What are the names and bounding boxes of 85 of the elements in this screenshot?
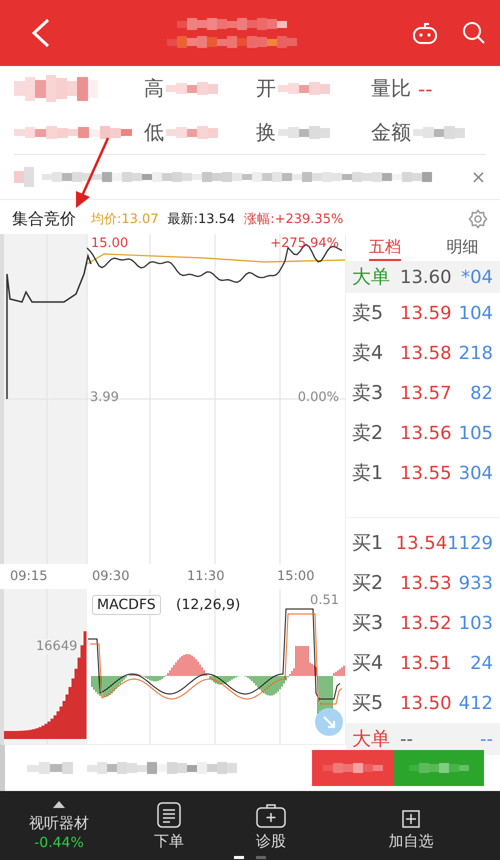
blurred-text <box>409 762 469 774</box>
nav-item[interactable]: 下单 <box>118 791 220 860</box>
auction-title: 集合竞价 <box>12 208 76 230</box>
indicator-selector[interactable]: MACDFS <box>92 595 161 615</box>
level-label: 卖2 <box>352 421 384 446</box>
level-label: 买5 <box>352 691 384 716</box>
level-label: 买4 <box>352 651 384 676</box>
add-icon <box>402 810 420 828</box>
level-volume: 104 <box>458 302 493 324</box>
close-button[interactable]: × <box>470 166 486 188</box>
blurred-text <box>166 126 218 140</box>
caret-icon <box>53 801 65 808</box>
big-order-volume: *04 <box>460 266 493 288</box>
field-label: 金额 <box>371 119 411 146</box>
big-order-price: -- <box>400 728 414 750</box>
big-order-label: 大单 <box>352 727 391 752</box>
blurred-text <box>323 762 383 774</box>
level-volume: 24 <box>469 652 493 674</box>
level-volume: 105 <box>458 422 493 444</box>
average-price: 均价:13.07 <box>91 211 159 228</box>
blurred-text <box>14 165 34 189</box>
level-volume: 1129 <box>447 532 493 554</box>
document-icon <box>157 802 181 828</box>
base-price: 3.99 <box>90 390 119 405</box>
time-label: 09:30 <box>92 569 130 584</box>
level-label: 买2 <box>352 571 384 596</box>
level-price: 13.52 <box>400 612 453 634</box>
order-book-tab[interactable]: 明细 <box>424 234 500 261</box>
collapse-icon[interactable] <box>314 707 344 737</box>
high-price: 15.00 <box>91 236 128 251</box>
level-price: 13.53 <box>400 572 453 594</box>
medical-kit-icon <box>256 804 286 828</box>
field-label: 换 <box>256 119 276 146</box>
level-price: 13.58 <box>400 342 453 364</box>
time-label: 15:00 <box>277 569 314 584</box>
annotation-arrow <box>76 137 110 208</box>
macd-peak-value: 0.51 <box>310 593 339 608</box>
level-volume: 412 <box>458 692 493 714</box>
level-label: 买3 <box>352 611 384 636</box>
level-price: 13.57 <box>400 382 453 404</box>
big-order-volume: -- <box>479 728 493 750</box>
indicator-params: (12,26,9) <box>176 597 240 613</box>
time-label: 09:15 <box>10 569 48 584</box>
settings-icon[interactable] <box>468 209 488 229</box>
level-price: 13.59 <box>400 302 453 324</box>
level-label: 卖3 <box>352 381 384 406</box>
nav-item[interactable]: 加自选 <box>322 791 500 860</box>
blurred-text <box>166 82 218 96</box>
big-order-label: 大单 <box>352 265 391 290</box>
sell-button[interactable] <box>312 750 394 786</box>
volume-ratio-label: 量比 <box>371 75 411 102</box>
level-price: 13.51 <box>400 652 453 674</box>
level-volume: 103 <box>458 612 493 634</box>
level-price: 13.55 <box>400 462 453 484</box>
level-label: 卖1 <box>352 461 384 486</box>
change-percent: 涨幅:+239.35% <box>244 211 344 228</box>
level-label: 卖5 <box>352 301 384 326</box>
level-volume: 304 <box>458 462 493 484</box>
base-percent: 0.00% <box>298 390 339 405</box>
latest-price: 最新:13.54 <box>168 211 236 228</box>
level-price: 13.50 <box>400 692 453 714</box>
field-label: 低 <box>144 119 164 146</box>
level-volume: 933 <box>458 572 493 594</box>
level-label: 买1 <box>352 531 384 556</box>
volume-value: 16649 <box>34 639 80 654</box>
blurred-text <box>27 761 73 775</box>
time-label: 11:30 <box>187 569 226 584</box>
blurred-text <box>278 82 330 96</box>
level-price: 13.54 <box>396 532 448 554</box>
volume-ratio-value: -- <box>418 76 432 101</box>
level-volume: 218 <box>458 342 493 364</box>
blurred-text <box>413 126 465 140</box>
level-volume: 82 <box>469 382 493 404</box>
back-icon[interactable] <box>30 18 52 48</box>
buy-button[interactable] <box>394 750 484 786</box>
big-order-price: 13.60 <box>400 266 453 288</box>
sector-tab[interactable]: 视听器材 -0.44% <box>0 791 118 860</box>
high-percent: +275.94% <box>270 236 339 251</box>
search-icon[interactable] <box>462 21 486 45</box>
field-label: 开 <box>256 75 276 102</box>
level-label: 卖4 <box>352 341 384 366</box>
blurred-text <box>278 126 330 140</box>
robot-icon[interactable] <box>412 21 438 45</box>
level-price: 13.56 <box>400 422 453 444</box>
field-label: 高 <box>144 75 164 102</box>
